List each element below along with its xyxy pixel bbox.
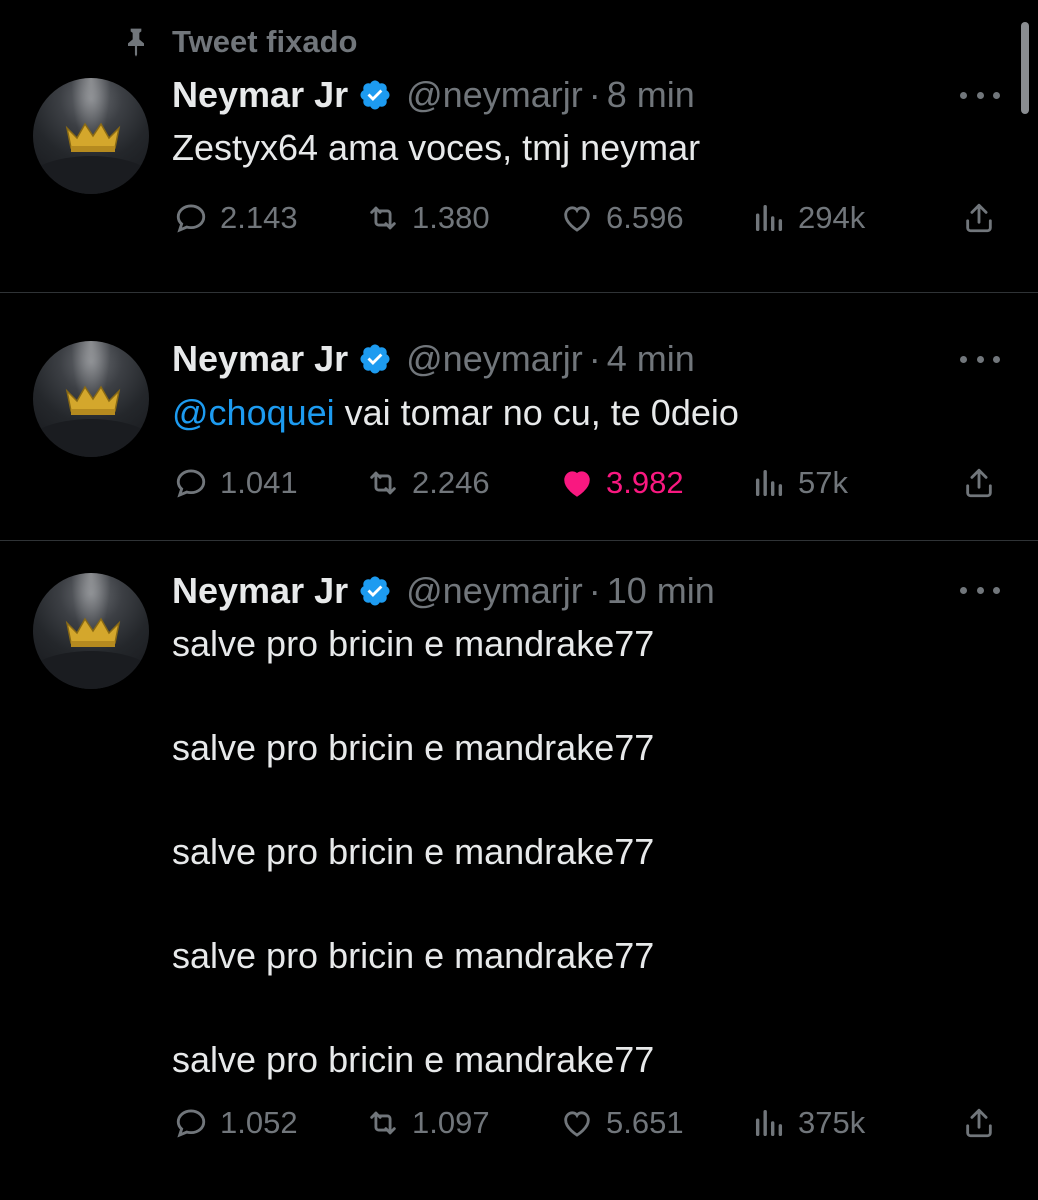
reply-button[interactable]: 1.052: [174, 1099, 298, 1147]
separator: ·: [588, 74, 601, 115]
like-icon: [564, 1111, 590, 1137]
retweet-icon: [370, 206, 396, 230]
retweet-count: 2.246: [412, 465, 490, 500]
share-icon: [966, 1108, 992, 1138]
reply-button[interactable]: 1.041: [174, 459, 298, 507]
timestamp[interactable]: 8 min: [607, 74, 695, 116]
like-count: 3.982: [606, 465, 684, 500]
crown-icon: [65, 385, 121, 415]
views-count: 294k: [798, 200, 866, 235]
views-count: 57k: [798, 465, 848, 500]
tweet-actions: 1.052 1.097 5.651 375k: [0, 1099, 1038, 1147]
retweet-count: 1.380: [412, 200, 490, 235]
more-icon[interactable]: [960, 85, 1000, 105]
tweet-body: Zestyx64 ama voces, tmj neymar: [172, 127, 701, 168]
verified-badge-icon: [360, 344, 390, 374]
retweet-count: 1.097: [412, 1105, 490, 1140]
author-handle[interactable]: @neymarjr: [406, 74, 583, 116]
tweet-text: @choquei vai tomar no cu, te 0deio: [172, 387, 739, 439]
like-icon: [564, 206, 590, 232]
views-icon: [755, 204, 783, 232]
like-button[interactable]: 5.651: [560, 1099, 684, 1147]
avatar[interactable]: [33, 573, 149, 689]
author-handle[interactable]: @neymarjr: [406, 338, 583, 380]
tweet-1[interactable]: Neymar Jr @neymarjr · 8 min Zestyx64 ama…: [0, 0, 1038, 292]
retweet-button[interactable]: 1.097: [366, 1099, 490, 1147]
share-icon: [966, 468, 992, 498]
views-button[interactable]: 375k: [752, 1099, 865, 1147]
author-handle[interactable]: @neymarjr: [406, 570, 583, 612]
tweet-3[interactable]: Neymar Jr @neymarjr · 10 min salve pro b…: [0, 541, 1038, 1200]
tweet-line: salve pro bricin e mandrake77: [172, 1039, 655, 1080]
verified-badge-icon: [360, 576, 390, 606]
retweet-icon: [370, 471, 396, 495]
views-icon: [755, 469, 783, 497]
retweet-icon: [370, 1111, 396, 1135]
like-icon: [564, 471, 590, 497]
retweet-button[interactable]: 2.246: [366, 459, 490, 507]
timestamp[interactable]: 10 min: [607, 570, 715, 612]
tweet-header: Neymar Jr @neymarjr · 10 min: [172, 567, 715, 615]
reply-count: 1.041: [220, 465, 298, 500]
mention-link[interactable]: @choquei: [172, 392, 335, 433]
tweet-line: salve pro bricin e mandrake77: [172, 623, 655, 664]
share-button[interactable]: [962, 1099, 996, 1147]
reply-icon: [176, 469, 206, 498]
tweet-header: Neymar Jr @neymarjr · 4 min: [172, 335, 695, 383]
tweet-header: Neymar Jr @neymarjr · 8 min: [172, 71, 695, 119]
separator: ·: [588, 570, 601, 611]
tweet-line: salve pro bricin e mandrake77: [172, 831, 655, 872]
more-icon[interactable]: [960, 580, 1000, 600]
more-icon[interactable]: [960, 349, 1000, 369]
tweet-text: salve pro bricin e mandrake77 salve pro …: [172, 618, 654, 1086]
crown-icon: [65, 617, 121, 647]
crown-icon: [65, 122, 121, 152]
tweet-body: vai tomar no cu, te 0deio: [334, 392, 739, 433]
views-count: 375k: [798, 1105, 866, 1140]
tweet-actions: 2.143 1.380 6.596 294k: [0, 194, 1038, 242]
verified-badge-icon: [360, 80, 390, 110]
share-button[interactable]: [962, 459, 996, 507]
author-name[interactable]: Neymar Jr: [172, 570, 348, 612]
reply-icon: [176, 1109, 206, 1138]
avatar[interactable]: [33, 78, 149, 194]
reply-icon: [176, 204, 206, 233]
retweet-button[interactable]: 1.380: [366, 194, 490, 242]
tweet-actions: 1.041 2.246 3.982 57k: [0, 459, 1038, 507]
views-button[interactable]: 57k: [752, 459, 848, 507]
share-button[interactable]: [962, 194, 996, 242]
views-icon: [755, 1109, 783, 1137]
like-count: 5.651: [606, 1105, 684, 1140]
views-button[interactable]: 294k: [752, 194, 865, 242]
share-icon: [966, 203, 992, 233]
author-name[interactable]: Neymar Jr: [172, 338, 348, 380]
separator: ·: [588, 338, 601, 379]
like-count: 6.596: [606, 200, 684, 235]
timestamp[interactable]: 4 min: [607, 338, 695, 380]
reply-count: 1.052: [220, 1105, 298, 1140]
avatar[interactable]: [33, 341, 149, 457]
like-button[interactable]: 6.596: [560, 194, 684, 242]
reply-button[interactable]: 2.143: [174, 194, 298, 242]
reply-count: 2.143: [220, 200, 298, 235]
tweet-2[interactable]: Neymar Jr @neymarjr · 4 min @choquei vai…: [0, 293, 1038, 540]
tweet-line: salve pro bricin e mandrake77: [172, 935, 655, 976]
tweet-line: salve pro bricin e mandrake77: [172, 727, 655, 768]
tweet-text: Zestyx64 ama voces, tmj neymar: [172, 122, 700, 174]
like-button[interactable]: 3.982: [560, 459, 684, 507]
author-name[interactable]: Neymar Jr: [172, 74, 348, 116]
